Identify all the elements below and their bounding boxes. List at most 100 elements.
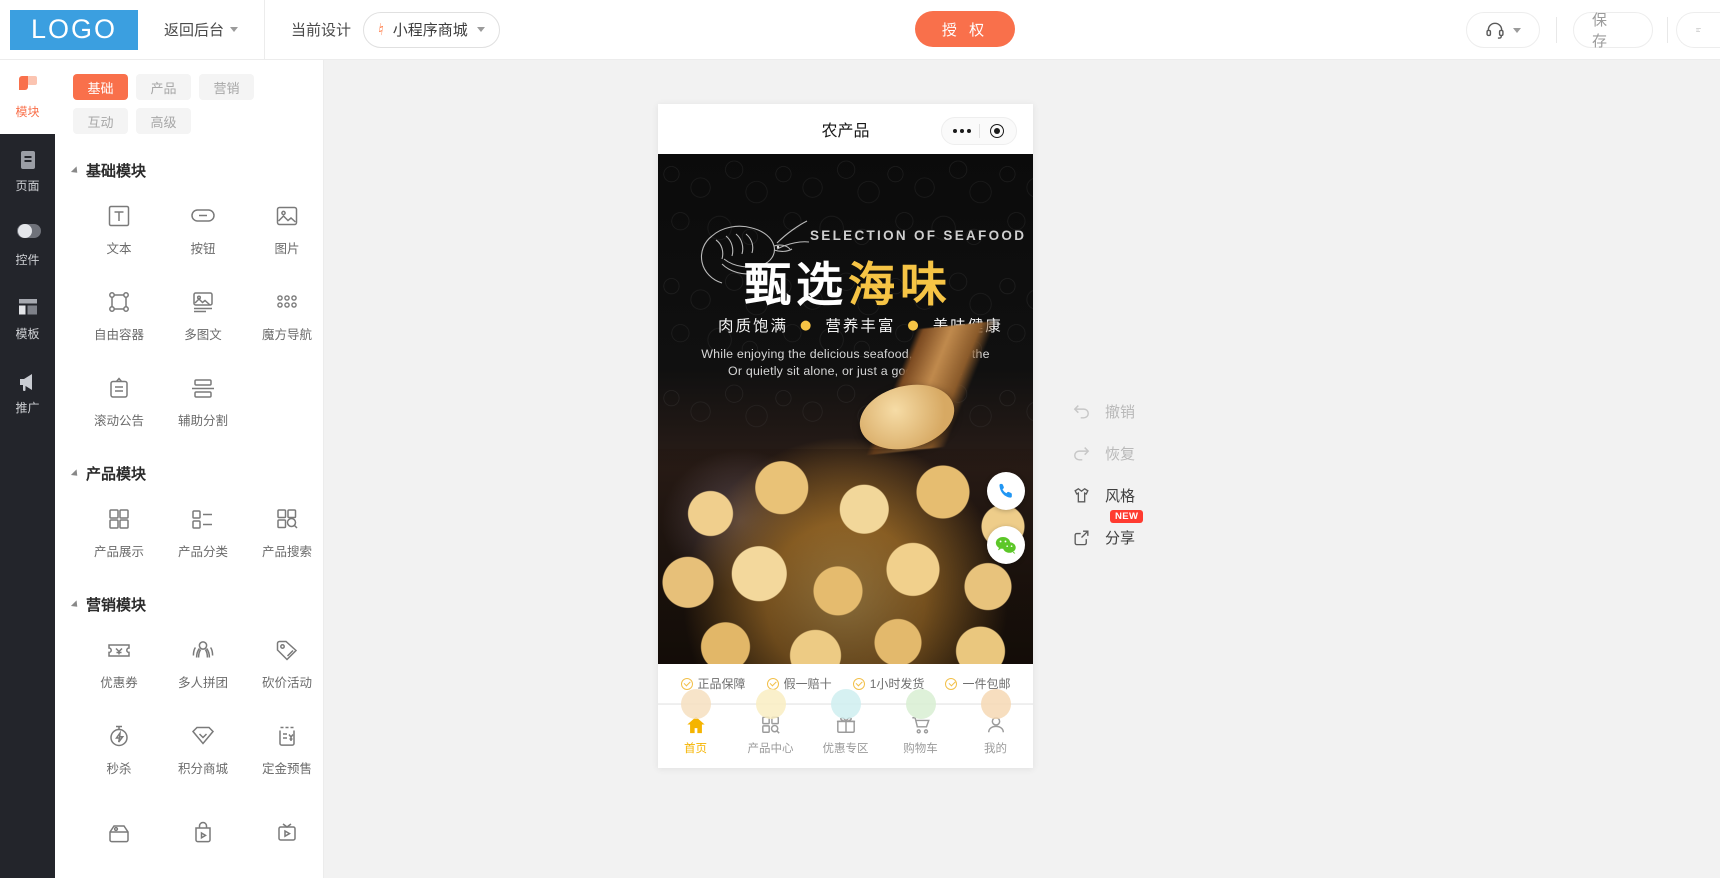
cube-nav-icon xyxy=(277,295,297,308)
module-divider[interactable]: 辅助分割 xyxy=(161,359,245,445)
tab-interaction[interactable]: 互动 xyxy=(73,108,128,134)
module-label: 产品展示 xyxy=(93,545,144,559)
redo-button[interactable]: 恢复 xyxy=(1072,432,1222,474)
redo-icon xyxy=(1074,446,1090,461)
tool-column: 撤销 恢复 风格 分享 NEW xyxy=(1072,390,1222,558)
share-button[interactable]: 分享 NEW xyxy=(1072,510,1222,558)
module-live-play[interactable] xyxy=(245,793,323,878)
tool-label: 撤销 xyxy=(1105,403,1136,421)
module-gift-box[interactable] xyxy=(77,793,161,878)
rail-item-pages[interactable]: 页面 xyxy=(0,134,55,208)
product-grid-icon xyxy=(109,509,129,529)
module-button[interactable]: 按钮 xyxy=(161,187,245,273)
preview-button[interactable] xyxy=(1676,12,1720,48)
module-bargain[interactable]: 砍价活动 xyxy=(245,621,323,707)
module-label: 文本 xyxy=(106,242,132,256)
module-label: 多人拼团 xyxy=(177,676,228,690)
category-tabs: 基础 产品 营销 互动 高级 xyxy=(55,60,315,134)
tab-label: 我的 xyxy=(984,743,1007,755)
check-circle-icon xyxy=(766,677,779,690)
bargain-icon xyxy=(276,640,298,661)
group-buy-icon xyxy=(192,641,214,658)
module-grid-marketing: 优惠券 多人拼团 砍价活动 秒杀 积分商城 定金预售 xyxy=(77,621,323,878)
phone-icon xyxy=(999,483,1012,498)
phone-header: 农产品 xyxy=(658,104,1033,154)
module-product-display[interactable]: 产品展示 xyxy=(77,490,161,576)
module-coupon[interactable]: 优惠券 xyxy=(77,621,161,707)
module-flash-sale[interactable]: 秒杀 xyxy=(77,707,161,793)
module-multi-image-text[interactable]: 多图文 xyxy=(161,273,245,359)
support-button[interactable] xyxy=(1466,12,1540,48)
coupon-icon xyxy=(108,644,130,657)
module-points-mall[interactable]: 积分商城 xyxy=(161,707,245,793)
module-grid-product: 产品展示 产品分类 产品搜索 xyxy=(77,490,323,576)
rail-label: 页面 xyxy=(15,178,40,193)
headline-white: 甄选 xyxy=(744,258,848,313)
page-icon xyxy=(17,149,39,171)
module-presale[interactable]: 定金预售 xyxy=(245,707,323,793)
banner-headline: 甄选海味 xyxy=(744,246,952,315)
rail-item-widgets[interactable]: 控件 xyxy=(0,208,55,282)
tab-blob-row xyxy=(658,689,1033,719)
rail-label: 模板 xyxy=(15,326,40,341)
undo-button[interactable]: 撤销 xyxy=(1072,390,1222,432)
more-dots-icon[interactable] xyxy=(945,129,979,133)
module-bag-play[interactable] xyxy=(161,793,245,878)
section-header-marketing[interactable]: 营销模块 xyxy=(70,594,323,615)
tab-product[interactable]: 产品 xyxy=(136,74,191,100)
wechat-fab[interactable] xyxy=(987,526,1025,564)
product-category-icon xyxy=(192,510,212,529)
module-free-container[interactable]: 自由容器 xyxy=(77,273,161,359)
tab-label: 首页 xyxy=(684,743,707,755)
module-grid-basic: 文本 按钮 图片 自由容器 多图文 魔方导航 滚动公告 辅助分割 xyxy=(77,187,323,445)
module-group-buy[interactable]: 多人拼团 xyxy=(161,621,245,707)
wechat-capsule[interactable] xyxy=(941,117,1017,145)
wechat-icon xyxy=(995,536,1016,554)
section-header-product[interactable]: 产品模块 xyxy=(70,463,323,484)
modules-icon xyxy=(17,75,39,97)
target-circle-icon[interactable] xyxy=(980,124,1014,138)
module-product-search[interactable]: 产品搜索 xyxy=(245,490,323,576)
module-announcement[interactable]: 滚动公告 xyxy=(77,359,161,445)
module-label: 辅助分割 xyxy=(177,414,228,428)
module-product-category[interactable]: 产品分类 xyxy=(161,490,245,576)
check-circle-icon xyxy=(945,677,958,690)
style-button[interactable]: 风格 xyxy=(1072,474,1222,516)
rail-item-modules[interactable]: 模块 xyxy=(0,60,55,134)
module-label: 魔方导航 xyxy=(261,328,312,342)
collapse-triangle-icon xyxy=(70,599,81,610)
module-label: 产品搜索 xyxy=(261,545,312,559)
save-button[interactable]: 保 存 xyxy=(1573,12,1653,50)
module-label: 秒杀 xyxy=(106,762,132,776)
top-bar-right: 保 存 xyxy=(1466,0,1720,60)
design-selector[interactable]: ♮ 小程序商城 xyxy=(363,11,500,48)
phone-preview: 农产品 SELECTION OF SEAFOOD 甄选海味 肉质饱满 ● 营养丰… xyxy=(658,104,1033,768)
rail-label: 控件 xyxy=(15,252,40,267)
tab-marketing[interactable]: 营销 xyxy=(199,74,254,100)
call-fab[interactable] xyxy=(987,472,1025,510)
tab-label: 优惠专区 xyxy=(822,743,869,755)
button-icon xyxy=(191,209,215,222)
gift-box-icon xyxy=(109,824,129,842)
section-header-basic[interactable]: 基础模块 xyxy=(70,160,323,181)
tab-basic[interactable]: 基础 xyxy=(73,74,128,100)
divider xyxy=(1667,17,1668,43)
module-image[interactable]: 图片 xyxy=(245,187,323,273)
live-play-icon xyxy=(278,822,296,841)
module-cube-nav[interactable]: 魔方导航 xyxy=(245,273,323,359)
banner-image[interactable]: SELECTION OF SEAFOOD 甄选海味 肉质饱满 ● 营养丰富 ● … xyxy=(658,154,1033,664)
back-to-admin-button[interactable]: 返回后台 xyxy=(164,19,239,40)
module-label: 图片 xyxy=(274,242,300,256)
rail-item-promotion[interactable]: 推广 xyxy=(0,356,55,430)
check-circle-icon xyxy=(852,677,865,690)
logo[interactable]: LOGO xyxy=(10,9,138,50)
section-title: 产品模块 xyxy=(86,466,147,483)
chevron-down-icon xyxy=(476,27,485,32)
auth-button[interactable]: 授 权 xyxy=(915,11,1015,47)
mini-program-icon: ♮ xyxy=(376,21,385,39)
tab-advanced[interactable]: 高级 xyxy=(136,108,191,134)
rail-item-templates[interactable]: 模板 xyxy=(0,282,55,356)
module-text[interactable]: 文本 xyxy=(77,187,161,273)
section-title: 基础模块 xyxy=(86,163,147,180)
feature-1: 肉质饱满 xyxy=(718,317,789,335)
